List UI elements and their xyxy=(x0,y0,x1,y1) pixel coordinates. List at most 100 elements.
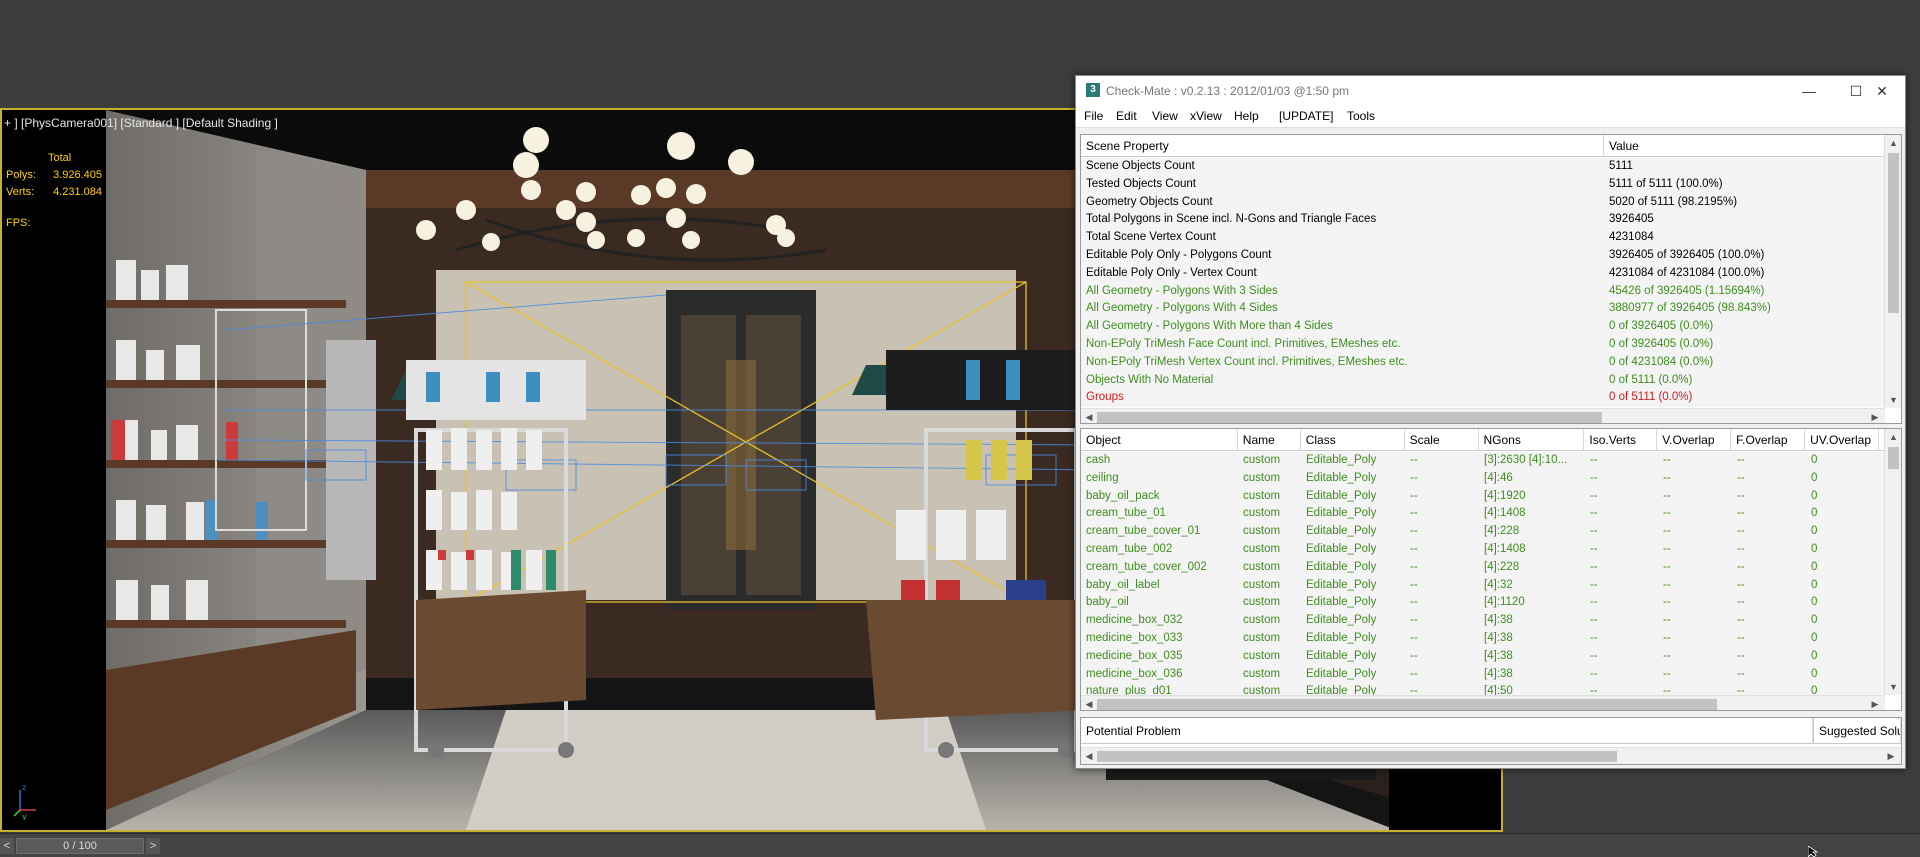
scene-property-cell: Groups xyxy=(1086,391,1124,404)
object-row[interactable]: medicine_box_033 custom Editable_Poly -- [4]… xyxy=(1081,630,1885,648)
v-overlap-cell: -- xyxy=(1663,614,1671,627)
scroll-down-icon[interactable]: ▼ xyxy=(1885,392,1901,408)
f-overlap-cell: -- xyxy=(1737,560,1745,573)
ngons-cell: [4]:1920 xyxy=(1484,489,1526,502)
scroll-left-icon[interactable]: ◀ xyxy=(1081,409,1097,423)
mouse-cursor-icon xyxy=(1808,846,1819,857)
iso-verts-cell: -- xyxy=(1590,507,1598,520)
col-iso-verts[interactable]: Iso.Verts xyxy=(1584,429,1658,451)
scene-row[interactable]: Scene Objects Count 5111 xyxy=(1081,158,1885,176)
col-scene-property[interactable]: Scene Property xyxy=(1081,135,1604,157)
scene-hscrollbar[interactable]: ◀ ▶ xyxy=(1081,408,1885,423)
object-row[interactable]: medicine_box_032 custom Editable_Poly -- [4]… xyxy=(1081,612,1885,630)
object-cell: cash xyxy=(1086,454,1111,466)
v-overlap-cell: -- xyxy=(1663,667,1671,680)
object-vscrollbar[interactable]: ▲ ▼ xyxy=(1884,429,1901,695)
object-row[interactable]: baby_oil_label custom Editable_Poly -- [4]:3… xyxy=(1081,576,1885,595)
col-value[interactable]: Value xyxy=(1604,135,1885,157)
col-ngons[interactable]: NGons xyxy=(1479,429,1585,451)
scene-row[interactable]: Non-EPoly TriMesh Face Count incl. Primi… xyxy=(1081,336,1885,354)
scroll-left-icon[interactable]: ◀ xyxy=(1081,696,1097,710)
object-row[interactable]: medicine_box_035 custom Editable_Poly -- [4]… xyxy=(1081,647,1885,666)
time-slider[interactable]: 0 / 100 xyxy=(16,838,144,854)
object-hscroll-thumb[interactable] xyxy=(1097,699,1717,710)
scene-property-cell: Total Scene Vertex Count xyxy=(1086,231,1216,244)
problem-grid[interactable]: Potential Problem Suggested Soluti ◀ ▶ xyxy=(1080,717,1902,765)
col-potential-problem[interactable]: Potential Problem xyxy=(1081,718,1813,744)
scene-vscrollbar[interactable]: ▲ ▼ xyxy=(1884,135,1901,408)
uv-overlap-cell: 0 xyxy=(1811,454,1818,466)
prev-frame-button[interactable]: < xyxy=(0,838,14,854)
col-f-overlap[interactable]: F.Overlap xyxy=(1731,429,1806,451)
scroll-right-icon[interactable]: ▶ xyxy=(1867,409,1883,423)
ngons-cell: [3]:2630 [4]:10... xyxy=(1484,454,1568,466)
scroll-up-icon[interactable]: ▲ xyxy=(1885,429,1901,445)
name-cell: custom xyxy=(1243,471,1281,484)
next-frame-button[interactable]: > xyxy=(146,838,160,854)
object-row[interactable]: cream_tube_cover_01 custom Editable_Poly --… xyxy=(1081,523,1885,541)
scene-hscroll-thumb[interactable] xyxy=(1097,412,1602,423)
scroll-right-icon[interactable]: ▶ xyxy=(1883,748,1899,764)
close-button[interactable]: ✕ xyxy=(1859,76,1905,106)
col-uv-overlap[interactable]: UV.Overlap xyxy=(1805,429,1879,451)
object-hscrollbar[interactable]: ◀ ▶ xyxy=(1081,695,1885,710)
f-overlap-cell: -- xyxy=(1737,543,1745,555)
problem-hscrollbar[interactable]: ◀ ▶ xyxy=(1081,747,1901,764)
col-name[interactable]: Name xyxy=(1238,429,1301,451)
menu-xview[interactable]: xView xyxy=(1190,109,1222,123)
col-v-overlap[interactable]: V.Overlap xyxy=(1657,429,1732,451)
object-row[interactable]: baby_oil_pack custom Editable_Poly -- [4]:19… xyxy=(1081,487,1885,506)
v-overlap-cell: -- xyxy=(1663,578,1671,591)
menu-help[interactable]: Help xyxy=(1234,109,1259,123)
stats-header: Total xyxy=(48,152,72,164)
object-vscroll-thumb[interactable] xyxy=(1888,447,1899,469)
iso-verts-cell: -- xyxy=(1590,649,1598,662)
scene-row[interactable]: All Geometry - Polygons With 4 Sides 3880… xyxy=(1081,300,1885,319)
col-scale[interactable]: Scale xyxy=(1405,429,1479,451)
menu-view[interactable]: View xyxy=(1152,109,1178,123)
scene-row[interactable]: All Geometry - Polygons With More than 4… xyxy=(1081,318,1885,336)
scene-row[interactable]: Editable Poly Only - Polygons Count 39264… xyxy=(1081,247,1885,265)
menu-tools[interactable]: Tools xyxy=(1347,109,1375,123)
scene-row[interactable]: Geometry Objects Count 5020 of 5111 (98.2… xyxy=(1081,193,1885,212)
scene-property-grid[interactable]: Scene Property Value Scene Objects Count… xyxy=(1080,134,1902,424)
scene-row[interactable]: Editable Poly Only - Vertex Count 4231084… xyxy=(1081,264,1885,283)
menu-edit[interactable]: Edit xyxy=(1116,109,1137,123)
scene-row[interactable]: Tested Objects Count 5111 of 5111 (100.0%… xyxy=(1081,175,1885,194)
window-titlebar[interactable]: 3 Check-Mate : v0.2.13 : 2012/01/03 @1:5… xyxy=(1076,76,1905,106)
object-row[interactable]: medicine_box_036 custom Editable_Poly -- [4]… xyxy=(1081,665,1885,684)
object-cell: cream_tube_002 xyxy=(1086,543,1173,555)
object-grid[interactable]: Object Name Class Scale NGons Iso.Verts V.Over… xyxy=(1080,428,1902,711)
col-class[interactable]: Class xyxy=(1301,429,1405,451)
class-cell: Editable_Poly xyxy=(1306,525,1377,538)
scene-row[interactable]: Objects With No Material 0 of 5111 (0.0%) xyxy=(1081,371,1885,390)
scene-vscroll-thumb[interactable] xyxy=(1888,153,1899,313)
axis-tripod-icon: z y xyxy=(13,783,36,820)
object-row[interactable]: baby_oil custom Editable_Poly -- [4]:1120 -- -… xyxy=(1081,594,1885,613)
object-row[interactable]: cream_tube_cover_002 custom Editable_Poly -… xyxy=(1081,558,1885,577)
problem-hscroll-thumb[interactable] xyxy=(1097,751,1617,762)
scroll-left-icon[interactable]: ◀ xyxy=(1081,748,1097,764)
object-row[interactable]: cream_tube_002 custom Editable_Poly -- [4]:1… xyxy=(1081,541,1885,559)
col-object[interactable]: Object xyxy=(1081,429,1238,451)
object-row[interactable]: cash custom Editable_Poly -- [3]:2630 [4]:10… xyxy=(1081,452,1885,470)
scene-row[interactable]: Total Polygons in Scene incl. N-Gons and… xyxy=(1081,211,1885,230)
col-suggested-solution[interactable]: Suggested Soluti xyxy=(1813,718,1901,744)
scene-row[interactable]: Groups 0 of 5111 (0.0%) xyxy=(1081,389,1885,408)
scale-cell: -- xyxy=(1410,667,1418,680)
axis-y-label: y xyxy=(22,812,27,820)
viewport-label-menu[interactable]: + ] [PhysCamera001] [Standard ] [Default… xyxy=(4,116,278,130)
menu-file[interactable]: File xyxy=(1084,109,1103,123)
f-overlap-cell: -- xyxy=(1737,667,1745,680)
minimize-button[interactable]: — xyxy=(1786,76,1832,106)
scroll-up-icon[interactable]: ▲ xyxy=(1885,135,1901,151)
scene-row[interactable]: Total Scene Vertex Count 4231084 xyxy=(1081,229,1885,247)
scene-row[interactable]: All Geometry - Polygons With 3 Sides 4542… xyxy=(1081,282,1885,301)
object-row[interactable]: ceiling custom Editable_Poly -- [4]:46 -- -- --… xyxy=(1081,469,1885,488)
uv-overlap-cell: 0 xyxy=(1811,632,1818,644)
menu-update[interactable]: [UPDATE] xyxy=(1279,109,1333,123)
scene-row[interactable]: Non-EPoly TriMesh Vertex Count incl. Pri… xyxy=(1081,353,1885,372)
object-row[interactable]: cream_tube_01 custom Editable_Poly -- [4]:14… xyxy=(1081,505,1885,524)
scroll-down-icon[interactable]: ▼ xyxy=(1885,679,1901,695)
scroll-right-icon[interactable]: ▶ xyxy=(1867,696,1883,710)
